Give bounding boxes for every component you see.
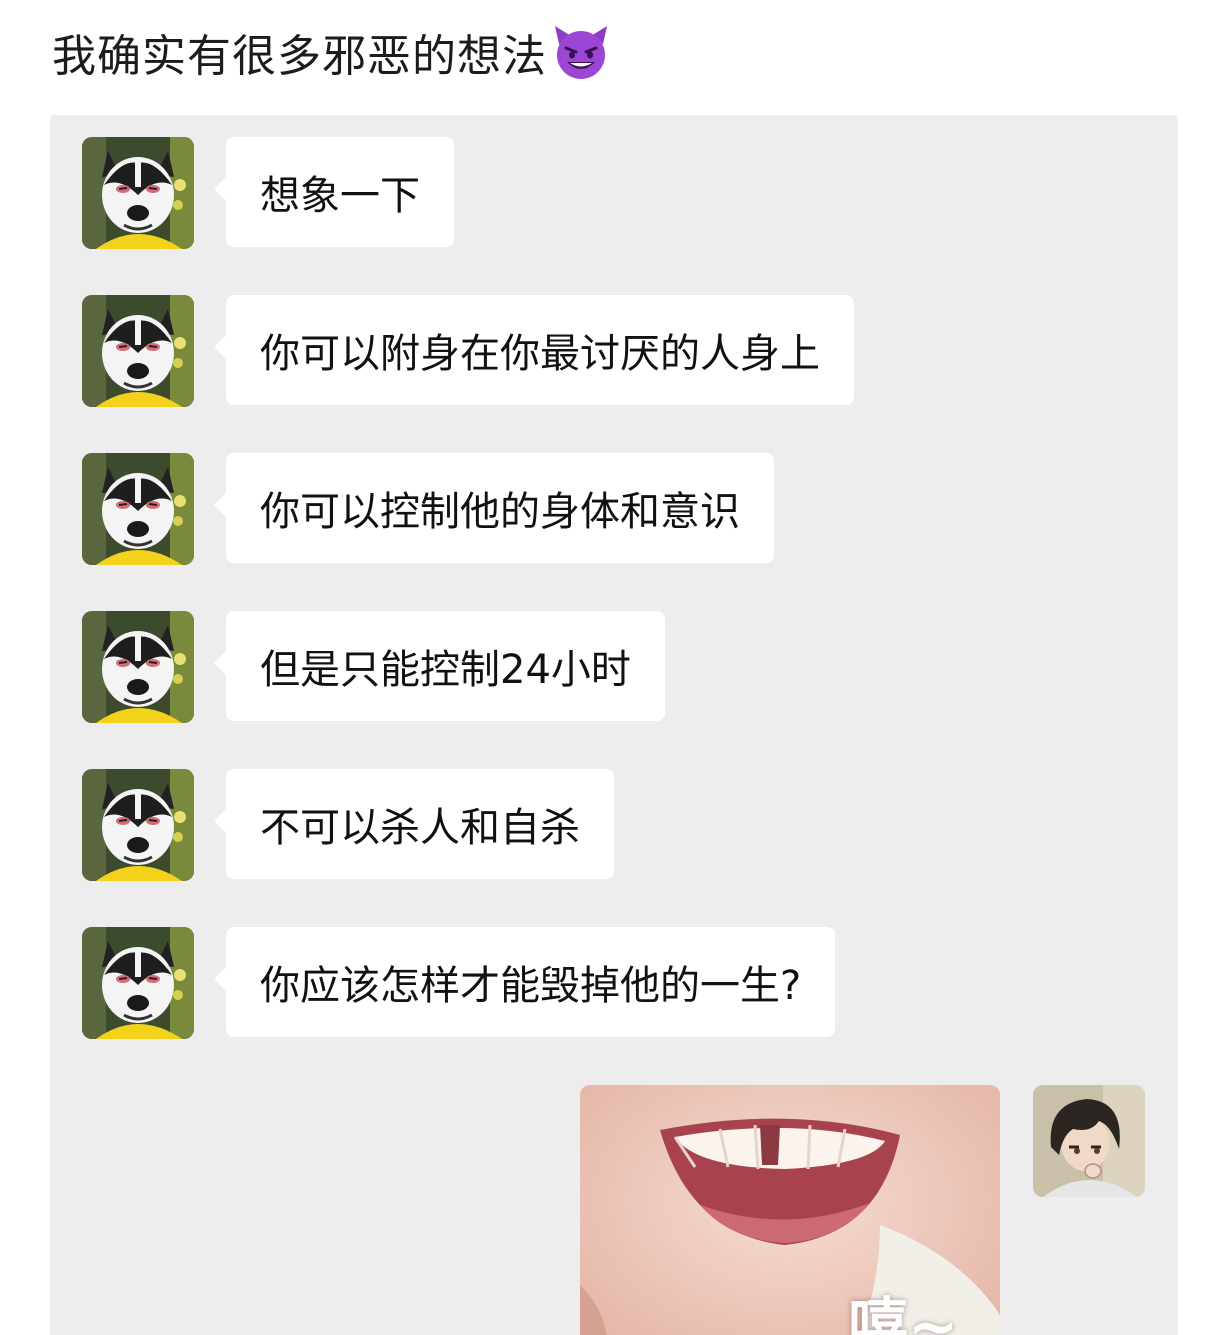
message-row: 想象一下: [82, 137, 454, 249]
anime-boy-avatar-icon[interactable]: [1033, 1085, 1145, 1197]
message-row: 但是只能控制24小时: [82, 611, 665, 723]
post-page: 我确实有很多邪恶的想法 想象一下 你可以附身在你最讨厌的人身上 你可以控制他的身…: [0, 0, 1206, 1335]
husky-dog-avatar-icon[interactable]: [82, 295, 194, 407]
smiling-mouth-sticker-icon[interactable]: 嘻~: [580, 1085, 1000, 1335]
message-bubble[interactable]: 你应该怎样才能毁掉他的一生?: [213, 927, 836, 1037]
message-bubble[interactable]: 但是只能控制24小时: [214, 611, 665, 721]
husky-dog-avatar-icon[interactable]: [82, 453, 194, 565]
message-row: 你可以控制他的身体和意识: [82, 453, 774, 565]
message-bubble[interactable]: 想象一下: [214, 137, 454, 247]
message-bubble[interactable]: 你可以附身在你最讨厌的人身上: [214, 295, 854, 405]
sticker-caption: 嘻~: [848, 1292, 958, 1335]
husky-dog-avatar-icon[interactable]: [82, 611, 194, 723]
husky-dog-avatar-icon[interactable]: [82, 927, 194, 1039]
message-row: 你可以附身在你最讨厌的人身上: [82, 295, 854, 407]
smiling-devil-icon: [551, 24, 611, 80]
message-row: 你应该怎样才能毁掉他的一生?: [82, 927, 836, 1039]
post-title: 我确实有很多邪恶的想法: [52, 22, 611, 82]
husky-dog-avatar-icon[interactable]: [82, 769, 194, 881]
chat-screenshot: 想象一下 你可以附身在你最讨厌的人身上 你可以控制他的身体和意识 但是只能控制2…: [50, 115, 1178, 1335]
post-title-text: 我确实有很多邪恶的想法: [52, 31, 547, 82]
husky-dog-avatar-icon[interactable]: [82, 137, 194, 249]
message-row: 不可以杀人和自杀: [82, 769, 614, 881]
message-bubble[interactable]: 你可以控制他的身体和意识: [214, 453, 774, 563]
message-bubble[interactable]: 不可以杀人和自杀: [214, 769, 614, 879]
